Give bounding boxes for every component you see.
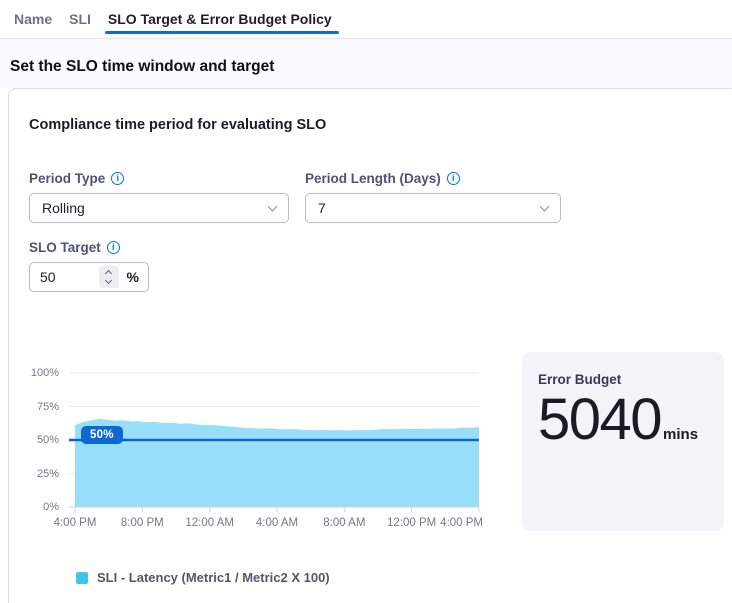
error-budget-title: Error Budget	[538, 372, 708, 387]
period-type-value: Rolling	[42, 200, 85, 216]
chevron-down-icon	[540, 202, 550, 212]
y-axis-label: 50%	[37, 434, 59, 446]
wizard-tabs: Name SLI SLO Target & Error Budget Polic…	[0, 0, 732, 38]
error-budget-unit: mins	[663, 426, 698, 443]
error-budget-panel: Error Budget 5040 mins	[522, 352, 724, 531]
slo-target-label: SLO Target	[29, 240, 101, 255]
stepper-up-icon[interactable]	[105, 270, 112, 277]
x-axis-labels: 4:00 PM8:00 PM12:00 AM4:00 AM8:00 AM12:0…	[69, 517, 479, 531]
slo-target-input[interactable]: 50 %	[29, 262, 149, 292]
percent-unit-label: %	[127, 269, 139, 285]
slo-target-field: SLO Target i 50 %	[29, 240, 149, 292]
x-axis-label: 8:00 AM	[323, 517, 365, 529]
period-type-field: Period Type i Rolling	[29, 171, 289, 223]
y-axis-labels: 0%25%50%75%100%	[15, 373, 59, 507]
stepper-down-icon[interactable]	[105, 277, 112, 284]
chevron-down-icon	[268, 202, 278, 212]
slo-settings-card: Compliance time period for evaluating SL…	[8, 88, 732, 603]
chart-legend-item[interactable]: SLI - Latency (Metric1 / Metric2 X 100)	[76, 570, 330, 585]
chart-canvas	[69, 373, 479, 513]
sli-area-chart: 50%	[69, 373, 479, 513]
compliance-section-title: Compliance time period for evaluating SL…	[29, 117, 326, 133]
period-length-select[interactable]: 7	[305, 193, 561, 223]
x-axis-label: 12:00 AM	[185, 517, 234, 529]
y-axis-label: 0%	[43, 501, 59, 513]
info-icon[interactable]: i	[111, 172, 124, 185]
x-axis-label: 4:00 PM	[54, 517, 97, 529]
y-axis-label: 100%	[31, 367, 59, 379]
x-axis-label: 12:00 PM	[387, 517, 436, 529]
slo-target-badge: 50%	[81, 426, 123, 444]
period-length-value: 7	[318, 200, 326, 216]
period-type-label: Period Type	[29, 171, 105, 186]
subheader-strip: Set the SLO time window and target	[0, 39, 732, 88]
period-length-field: Period Length (Days) i 7	[305, 171, 561, 223]
sli-area-series	[75, 419, 479, 507]
info-icon[interactable]: i	[447, 172, 460, 185]
legend-swatch-icon	[76, 572, 88, 584]
y-axis-label: 25%	[37, 468, 59, 480]
page-title: Set the SLO time window and target	[10, 58, 274, 76]
x-axis-label: 8:00 PM	[121, 517, 164, 529]
y-axis-label: 75%	[37, 401, 59, 413]
period-form-row: Period Type i Rolling Period Length (Day…	[29, 171, 561, 223]
slo-target-value[interactable]: 50	[40, 269, 99, 285]
tab-name[interactable]: Name	[13, 0, 53, 38]
period-length-label: Period Length (Days)	[305, 171, 441, 186]
info-icon[interactable]: i	[107, 241, 120, 254]
tab-sli[interactable]: SLI	[68, 0, 92, 38]
error-budget-value: 5040	[538, 387, 661, 454]
tab-slo-target-error-budget-policy[interactable]: SLO Target & Error Budget Policy	[107, 0, 333, 38]
legend-label: SLI - Latency (Metric1 / Metric2 X 100)	[97, 570, 330, 585]
slo-target-stepper[interactable]	[99, 266, 119, 288]
period-type-select[interactable]: Rolling	[29, 193, 289, 223]
x-axis-label: 4:00 AM	[256, 517, 298, 529]
slo-config-page: Name SLI SLO Target & Error Budget Polic…	[0, 0, 732, 603]
x-axis-label: 4:00 PM	[440, 517, 483, 529]
